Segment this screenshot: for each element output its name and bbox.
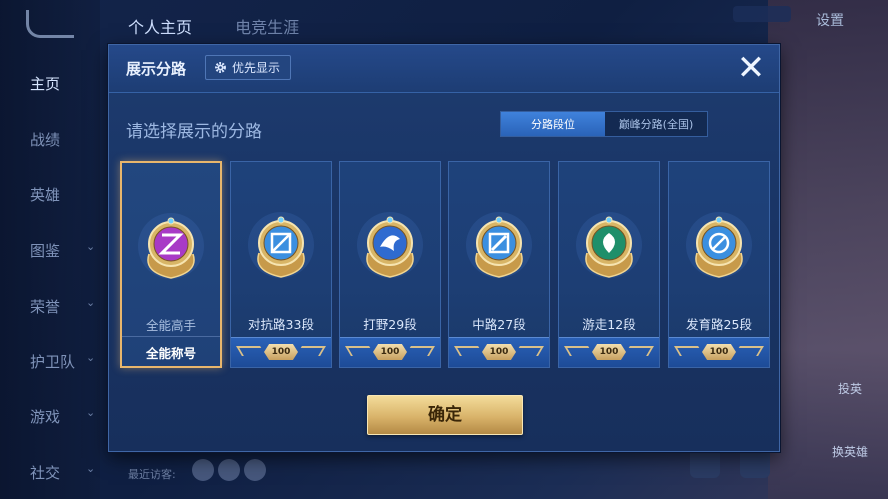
sidebar-item-label: 荣誉 bbox=[30, 298, 61, 316]
sidebar-item[interactable]: 英雄 bbox=[30, 184, 100, 205]
lane-rank-label: 全能高手 bbox=[145, 318, 196, 333]
jungle-emblem-icon bbox=[357, 212, 423, 278]
wing-right-icon bbox=[514, 346, 544, 356]
lane-card[interactable]: 全能高手 全能称号 bbox=[120, 161, 222, 368]
lane-card[interactable]: 打野29段 100 bbox=[339, 161, 441, 368]
wing-left-icon bbox=[454, 346, 484, 356]
confirm-button[interactable]: 确定 bbox=[367, 395, 523, 435]
priority-label: 优先显示 bbox=[232, 61, 281, 75]
title-badge-label: 全能称号 bbox=[145, 346, 196, 361]
chevron-down-icon: ⌄ bbox=[86, 462, 96, 475]
sidebar-item-label: 游戏 bbox=[30, 408, 61, 426]
sidebar-item[interactable]: 图鉴 ⌄ bbox=[30, 240, 100, 261]
gear-icon bbox=[215, 62, 226, 73]
sidebar-item-label: 英雄 bbox=[30, 186, 61, 204]
hero-action-icon[interactable] bbox=[690, 448, 720, 478]
card-footer: 100 bbox=[231, 337, 331, 367]
sidebar-item[interactable]: 游戏 ⌄ bbox=[30, 406, 100, 427]
vip-badge bbox=[733, 6, 791, 22]
card-footer: 100 bbox=[449, 337, 549, 367]
sidebar-item-label: 战绩 bbox=[30, 131, 61, 149]
lane-card[interactable]: 对抗路33段 100 bbox=[230, 161, 332, 368]
chevron-down-icon: ⌄ bbox=[86, 240, 96, 253]
wing-left-icon bbox=[345, 346, 375, 356]
lane-mode-toggle: 分路段位 巅峰分路(全国) bbox=[500, 111, 708, 137]
sidebar-item-label: 护卫队 bbox=[30, 353, 76, 371]
card-footer: 100 bbox=[669, 337, 769, 367]
lane-rank-label: 对抗路33段 bbox=[248, 317, 314, 332]
rank-plaque: 100 bbox=[592, 344, 626, 360]
avatar[interactable] bbox=[218, 459, 240, 481]
card-footer: 100 bbox=[340, 337, 440, 367]
avatar[interactable] bbox=[192, 459, 214, 481]
sidebar-item[interactable]: 荣誉 ⌄ bbox=[30, 296, 100, 317]
rank-plaque: 100 bbox=[482, 344, 516, 360]
sidebar-item-label: 图鉴 bbox=[30, 242, 61, 260]
lane-rank-label: 打野29段 bbox=[363, 317, 417, 332]
farm-lane-emblem-icon bbox=[686, 212, 752, 278]
priority-display-button[interactable]: 优先显示 bbox=[205, 55, 292, 80]
rank-plaque: 100 bbox=[264, 344, 298, 360]
recent-visitors-label: 最近访客: bbox=[128, 468, 176, 481]
top-tabs: 个人主页 电竞生涯 bbox=[128, 14, 337, 38]
lane-card[interactable]: 游走12段 100 bbox=[558, 161, 660, 368]
mid-lane-emblem-icon bbox=[466, 212, 532, 278]
sidebar-item-label: 主页 bbox=[30, 75, 61, 93]
sidebar-item[interactable]: 护卫队 ⌄ bbox=[30, 351, 100, 372]
clash-lane-emblem-icon bbox=[248, 212, 314, 278]
lane-card[interactable]: 中路27段 100 bbox=[448, 161, 550, 368]
lane-rank-label: 中路27段 bbox=[472, 317, 526, 332]
play-icon[interactable] bbox=[740, 448, 770, 478]
change-hero-button[interactable]: 换英雄 bbox=[820, 443, 880, 460]
rank-plaque: 100 bbox=[373, 344, 407, 360]
dialog-title: 展示分路 bbox=[126, 60, 187, 78]
sidebar-item-label: 社交 bbox=[30, 464, 61, 482]
dialog-header: 展示分路 优先显示 ✕ bbox=[109, 45, 779, 93]
chevron-down-icon: ⌄ bbox=[86, 406, 96, 419]
wing-left-icon bbox=[674, 346, 704, 356]
wing-right-icon bbox=[734, 346, 764, 356]
wing-left-icon bbox=[236, 346, 266, 356]
wing-right-icon bbox=[405, 346, 435, 356]
wing-right-icon bbox=[296, 346, 326, 356]
tab-esports-career[interactable]: 电竞生涯 bbox=[235, 18, 299, 37]
roam-emblem-icon bbox=[576, 212, 642, 278]
all-round-emblem-icon bbox=[138, 213, 204, 279]
wing-right-icon bbox=[624, 346, 654, 356]
sidebar-item[interactable]: 战绩 bbox=[30, 129, 100, 150]
tab-personal-home[interactable]: 个人主页 bbox=[128, 18, 192, 37]
chevron-down-icon: ⌄ bbox=[86, 296, 96, 309]
chevron-down-icon: ⌄ bbox=[86, 351, 96, 364]
card-footer: 全能称号 bbox=[122, 336, 220, 366]
right-buttons: 投英 换英雄 bbox=[820, 380, 880, 499]
close-icon[interactable]: ✕ bbox=[735, 51, 767, 85]
bottom-icons bbox=[690, 448, 790, 482]
sidebar-item[interactable]: 社交 ⌄ bbox=[30, 462, 100, 483]
wing-left-icon bbox=[564, 346, 594, 356]
tab-peak-lane[interactable]: 巅峰分路(全国) bbox=[605, 112, 707, 136]
settings-button[interactable]: 设置 bbox=[816, 10, 844, 30]
avatar[interactable] bbox=[244, 459, 266, 481]
select-lane-prompt: 请选择展示的分路 bbox=[126, 122, 262, 142]
back-arrow-icon[interactable] bbox=[26, 10, 74, 38]
lane-rank-label: 游走12段 bbox=[582, 317, 636, 332]
invest-hero-button[interactable]: 投英 bbox=[820, 380, 880, 397]
lane-rank-label: 发育路25段 bbox=[686, 317, 752, 332]
lane-card[interactable]: 发育路25段 100 bbox=[668, 161, 770, 368]
visitor-avatars bbox=[192, 459, 270, 485]
show-lane-dialog: 展示分路 优先显示 ✕ 请选择展示的分路 分路段位 巅峰分路(全国) 全能高手全… bbox=[108, 44, 780, 452]
rank-plaque: 100 bbox=[702, 344, 736, 360]
card-footer: 100 bbox=[559, 337, 659, 367]
sidebar-item[interactable]: 主页 bbox=[30, 73, 100, 94]
tab-lane-rank[interactable]: 分路段位 bbox=[501, 112, 605, 136]
